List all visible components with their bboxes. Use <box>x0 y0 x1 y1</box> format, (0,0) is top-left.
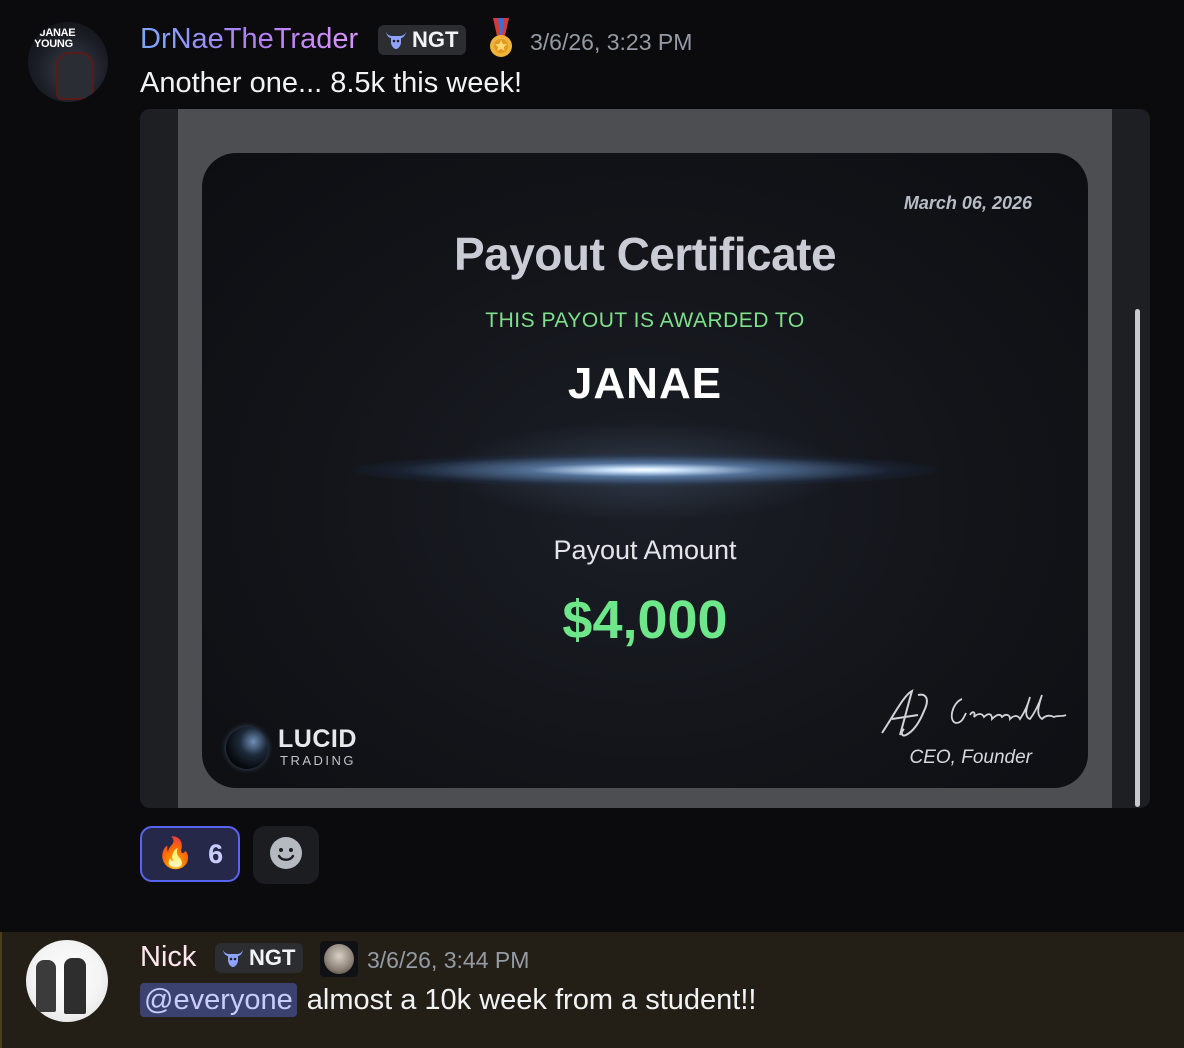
payout-amount-label: Payout Amount <box>553 535 737 565</box>
payout-amount: $4,000 <box>562 590 728 650</box>
avatar-figure <box>64 958 86 1014</box>
fire-icon: 🔥 <box>156 837 195 870</box>
message-text: @everyone almost a 10k week from a stude… <box>140 983 756 1017</box>
timestamp[interactable]: 3/6/26, 3:44 PM <box>367 946 529 974</box>
add-reaction-button[interactable] <box>253 826 319 884</box>
smiley-icon <box>269 836 303 875</box>
tag-label: NGT <box>249 945 296 970</box>
tag-label: NGT <box>412 27 459 52</box>
avatar[interactable] <box>26 940 108 1022</box>
face-icon <box>324 944 354 974</box>
awarded-label: THIS PAYOUT IS AWARDED TO <box>485 309 805 332</box>
light-flare <box>352 453 938 487</box>
avatar-figure <box>36 960 56 1012</box>
lucid-logo-icon <box>226 727 268 769</box>
username[interactable]: DrNaeTheTrader <box>140 22 358 56</box>
image-attachment[interactable]: March 06, 2026 Payout Certificate THIS P… <box>140 109 1150 808</box>
signature <box>881 689 1067 737</box>
certificate-title: Payout Certificate <box>453 228 837 280</box>
message-1: . JANAE YOUNG DrNaeTheTrader NGT 3/6/26,… <box>0 0 1184 930</box>
avatar-figure <box>56 52 94 100</box>
message-text: Another one... 8.5k this week! <box>140 67 523 99</box>
username[interactable]: Nick <box>140 940 196 974</box>
mention-highlight-bar <box>0 932 2 1048</box>
message-body: almost a 10k week from a student!! <box>306 984 757 1016</box>
reaction-fire[interactable]: 🔥 6 <box>140 826 240 882</box>
bull-icon <box>384 28 408 52</box>
brand-subtitle: TRADING <box>280 753 356 768</box>
medal-icon[interactable] <box>487 18 515 60</box>
avatar[interactable]: . JANAE YOUNG <box>28 22 108 102</box>
brand-name: LUCID <box>278 725 357 753</box>
avatar-text: . JANAE YOUNG <box>34 27 76 50</box>
mention-everyone[interactable]: @everyone <box>140 983 297 1017</box>
payout-certificate: March 06, 2026 Payout Certificate THIS P… <box>202 153 1088 788</box>
role-avatar-icon[interactable] <box>320 941 358 977</box>
server-tag[interactable]: NGT <box>378 25 467 55</box>
reaction-count: 6 <box>208 838 224 869</box>
server-tag[interactable]: NGT <box>215 943 304 973</box>
certificate-date: March 06, 2026 <box>903 193 1032 213</box>
bull-icon <box>221 946 245 970</box>
signer-title: CEO, Founder <box>909 747 1033 768</box>
timestamp[interactable]: 3/6/26, 3:23 PM <box>530 28 692 56</box>
recipient-name: JANAE <box>567 359 723 408</box>
image-scrollbar[interactable] <box>1135 309 1140 807</box>
